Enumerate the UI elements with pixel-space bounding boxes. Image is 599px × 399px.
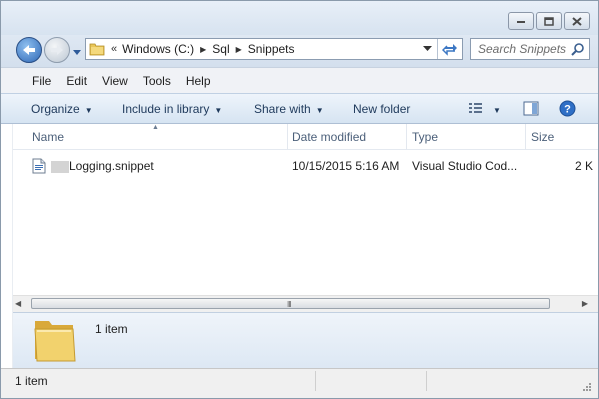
close-icon [572,16,582,26]
navigation-pane-edge [1,124,13,368]
file-type: Visual Studio Cod... [412,159,518,173]
command-bar: Organize ▼ Include in library ▼ Share with… [1,93,598,124]
breadcrumb-separator-icon[interactable]: ▶ [200,45,206,54]
breadcrumb-snippets[interactable]: Snippets [248,42,295,56]
new-folder-button[interactable]: New folder [353,102,410,116]
column-name[interactable]: Name [32,130,64,144]
status-text: 1 item [15,374,48,388]
share-with-button[interactable]: Share with ▼ [254,102,324,116]
item-count: 1 item [95,322,128,336]
new-folder-label: New folder [353,102,411,116]
file-name[interactable]: Logging.snippet [69,159,154,173]
status-bar: 1 item [1,368,598,398]
search-box[interactable]: Search Snippets [470,38,590,60]
column-divider[interactable] [406,124,407,150]
share-label: Share with [254,102,311,116]
status-divider [315,371,316,391]
include-in-library-button[interactable]: Include in library ▼ [122,102,222,116]
folder-icon [89,43,105,56]
scrollbar-grip: III [287,300,292,309]
forward-button[interactable] [44,37,70,63]
navigation-bar: « Windows (C:) ▶ Sql ▶ Snippets Search S… [1,35,598,67]
menu-view[interactable]: View [102,74,128,88]
search-input[interactable]: Search Snippets [478,42,566,56]
forward-arrow-icon [51,45,63,55]
breadcrumb-sql[interactable]: Sql [212,42,229,56]
file-list: Logging.snippet 10/15/2015 5:16 AM Visua… [13,150,598,295]
column-divider[interactable] [287,124,288,150]
redacted-text [51,161,69,173]
back-button[interactable] [16,37,42,63]
sort-ascending-icon: ▲ [152,124,159,131]
scrollbar-thumb[interactable]: III [31,298,550,309]
address-bar[interactable]: « Windows (C:) ▶ Sql ▶ Snippets [85,38,463,60]
include-label: Include in library [122,102,210,116]
scroll-right-arrow-icon[interactable]: ▶ [582,299,588,308]
close-button[interactable] [564,12,590,30]
change-view-button[interactable] [468,101,484,118]
file-size: 2 K [575,159,594,173]
menu-bar: File Edit View Tools Help [1,67,598,93]
large-folder-icon [34,321,76,362]
minimize-icon [517,21,525,23]
chevron-down-icon: ▼ [214,106,223,115]
minimize-button[interactable] [508,12,534,30]
breadcrumb-separator-icon[interactable]: ▶ [236,45,242,54]
status-divider [426,371,427,391]
column-date-modified[interactable]: Date modified [292,130,366,144]
table-row[interactable]: Logging.snippet 10/15/2015 5:16 AM Visua… [13,158,598,176]
horizontal-scrollbar[interactable]: ◀ III ▶ [13,295,598,312]
preview-pane-icon [523,101,539,116]
organize-label: Organize [31,102,80,116]
refresh-icon [442,44,457,56]
refresh-button[interactable] [437,39,462,59]
column-headers: ▲ Name Date modified Type Size [13,124,598,150]
column-size[interactable]: Size [531,130,554,144]
menu-file[interactable]: File [32,74,51,88]
menu-tools[interactable]: Tools [143,74,171,88]
column-type[interactable]: Type [412,130,438,144]
help-button[interactable]: ? [559,100,576,120]
menu-edit[interactable]: Edit [66,74,87,88]
details-pane: 1 item [13,312,598,368]
maximize-button[interactable] [536,12,562,30]
chevron-down-icon: ▼ [315,106,324,115]
caption-buttons [508,12,590,30]
resize-grip-icon[interactable] [582,382,592,392]
snippet-file-icon [32,158,46,174]
column-divider[interactable] [525,124,526,150]
explorer-window: « Windows (C:) ▶ Sql ▶ Snippets Search S… [0,0,599,399]
views-icon [469,103,482,113]
recent-pages-dropdown[interactable] [72,45,82,55]
view-options-dropdown[interactable]: ▼ [493,102,501,116]
preview-pane-button[interactable] [523,101,539,119]
scroll-left-arrow-icon[interactable]: ◀ [15,299,21,308]
title-bar [1,1,598,35]
file-date: 10/15/2015 5:16 AM [292,159,400,173]
organize-button[interactable]: Organize ▼ [31,102,93,116]
svg-text:?: ? [564,104,571,116]
maximize-icon [544,16,554,26]
chevron-down-icon: ▼ [84,106,93,115]
search-icon[interactable] [571,42,585,56]
address-overflow[interactable]: « [111,43,117,55]
address-dropdown-icon[interactable] [423,45,432,52]
menu-help[interactable]: Help [186,74,211,88]
breadcrumb-drive[interactable]: Windows (C:) [122,42,194,56]
chevron-down-icon: ▼ [493,106,501,115]
help-icon: ? [559,100,576,117]
back-arrow-icon [23,45,35,55]
chevron-down-icon [73,50,81,55]
